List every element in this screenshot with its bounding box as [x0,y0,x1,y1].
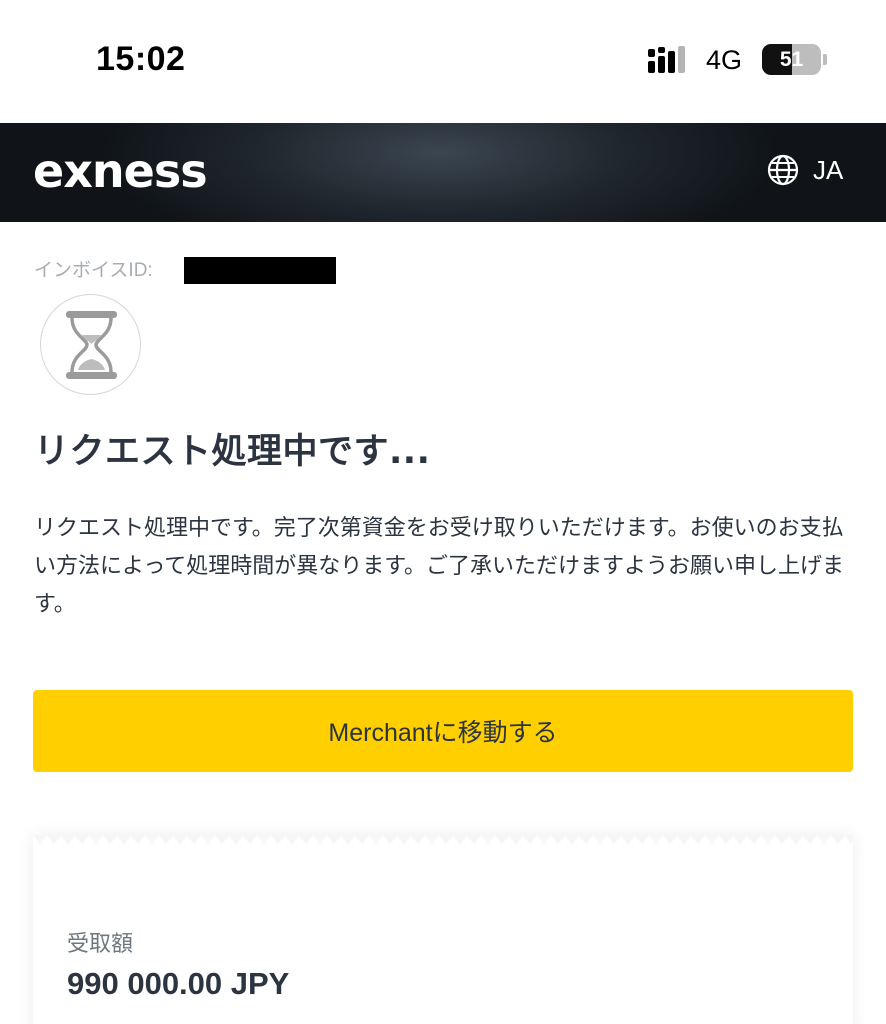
globe-icon[interactable] [767,154,799,186]
network-type: 4G [706,45,743,75]
receipt-zigzag-edge [33,835,853,845]
language-selector[interactable]: JA [813,155,843,186]
battery-icon: 51 [762,44,828,75]
hourglass-icon [66,311,117,379]
battery-cap [823,54,827,65]
battery-level: 51 [779,48,804,71]
receipt-card: 受取額 990 000.00 JPY [33,835,853,1024]
invoice-id-row: インボイスID: [34,257,336,285]
status-bar: 15:02 4G 51 [0,0,886,123]
invoice-id-label: インボイスID: [34,260,153,281]
top-header: exness JA [0,123,886,222]
status-illustration [40,294,141,395]
go-to-merchant-button[interactable]: Merchantに移動する [33,690,853,772]
app-screen: 15:02 4G 51 exness JA インボイスID: リクエスト処理中で… [0,0,886,1024]
received-amount-value: 990 000.00 JPY [67,966,290,1001]
page-title: リクエスト処理中です... [34,432,431,472]
brand-logo: exness [33,144,208,198]
received-amount-label: 受取額 [67,932,134,957]
battery-body: 51 [762,44,821,75]
status-description: リクエスト処理中です。完了次第資金をお受け取りいただけます。お使いのお支払い方法… [34,516,845,617]
cellular-signal-icon [648,46,685,73]
status-time: 15:02 [96,40,186,78]
invoice-id-redacted [184,257,336,284]
